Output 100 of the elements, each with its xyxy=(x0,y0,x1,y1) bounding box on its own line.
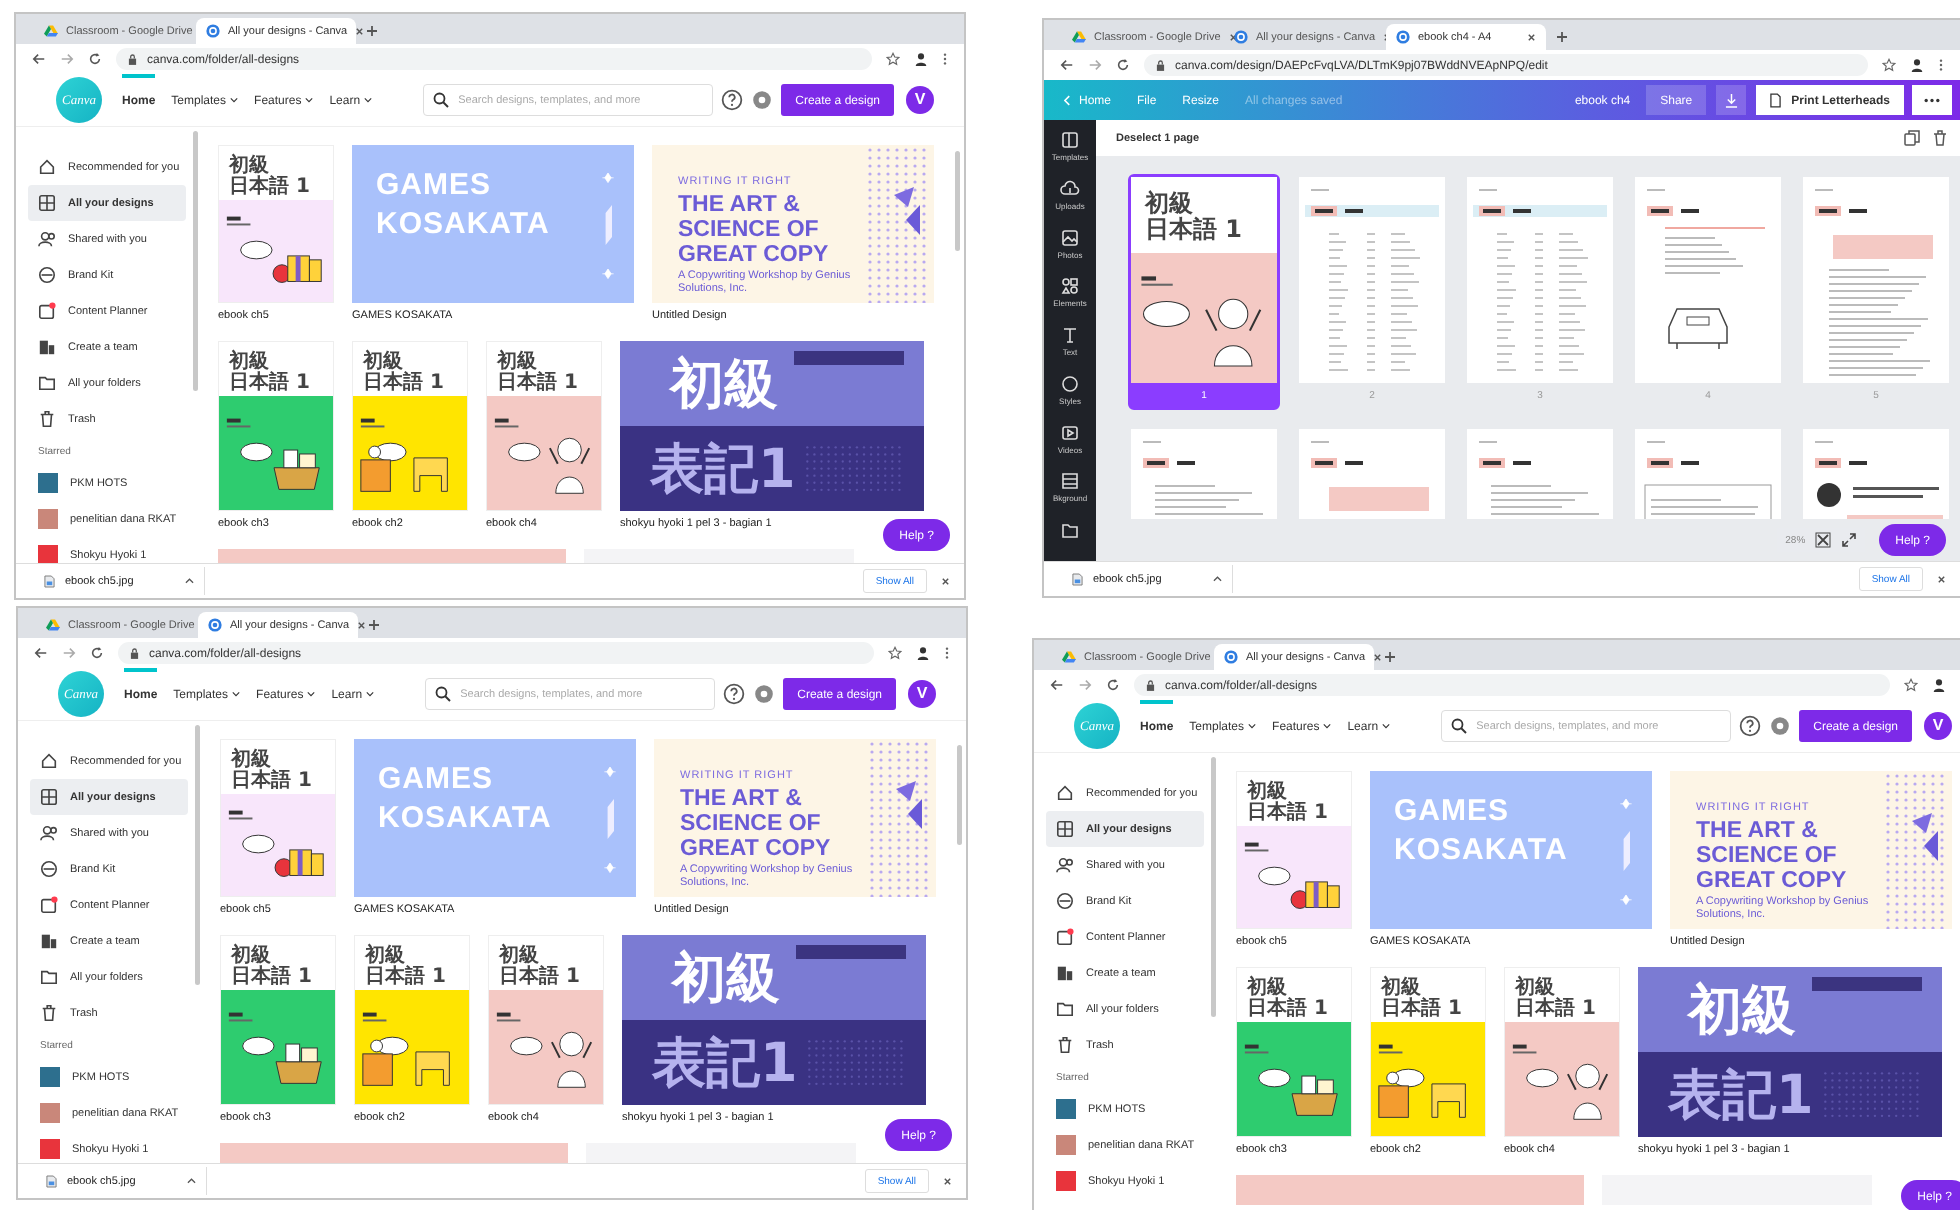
thumbnail-title: 日本語 1 xyxy=(1381,997,1464,1018)
calendar-icon xyxy=(1056,928,1074,946)
thumbnail-title: 日本語 1 xyxy=(1247,997,1330,1018)
page-title: 日本語 1 xyxy=(1145,216,1245,243)
close-icon[interactable] xyxy=(1937,574,1946,584)
profile-icon[interactable] xyxy=(1910,58,1924,72)
close-icon[interactable] xyxy=(1373,652,1383,662)
settings-icon[interactable] xyxy=(751,89,774,111)
scrollbar[interactable] xyxy=(193,131,198,391)
close-icon[interactable] xyxy=(1527,32,1536,42)
drive-icon xyxy=(1062,650,1076,664)
file-icon xyxy=(44,574,55,588)
design-thumbnail[interactable]: 初級 日本語 1 xyxy=(220,935,336,1105)
more-button[interactable] xyxy=(1912,85,1952,115)
design-thumbnail[interactable]: 初級 日本語 1 xyxy=(1236,967,1352,1137)
avatar[interactable]: V xyxy=(906,86,934,114)
design-thumbnail[interactable] xyxy=(1236,1175,1584,1205)
thumbnail-title: 初級 xyxy=(499,944,539,965)
reload-icon[interactable] xyxy=(88,52,102,66)
canva-icon xyxy=(1396,30,1410,44)
design-thumbnail[interactable]: 初級 日本語 1 xyxy=(1236,771,1352,929)
page-thumbnail[interactable]: 初級 日本語 1 xyxy=(1131,177,1277,383)
profile-icon[interactable] xyxy=(1932,678,1946,692)
thumbnail-title: 日本語 1 xyxy=(229,175,312,196)
design-thumbnail[interactable]: 初級 日本語 1 xyxy=(220,739,336,897)
close-icon[interactable] xyxy=(941,576,950,586)
reload-icon[interactable] xyxy=(90,646,104,660)
shapes-icon xyxy=(1060,276,1080,297)
reload-icon[interactable] xyxy=(1106,678,1120,692)
design-thumbnail[interactable]: 初級 日本語 1 xyxy=(352,341,468,511)
design-thumbnail[interactable]: 初級 日本語 1 xyxy=(218,145,334,303)
new-tab-icon[interactable] xyxy=(1384,651,1396,663)
back-icon[interactable] xyxy=(1060,58,1074,72)
profile-icon[interactable] xyxy=(914,52,928,66)
thumbnail-title: 初級 xyxy=(231,944,271,965)
trash-icon[interactable] xyxy=(1932,130,1948,146)
avatar[interactable]: V xyxy=(908,680,936,708)
file-icon xyxy=(46,1174,57,1188)
close-icon[interactable] xyxy=(355,26,365,36)
menu-icon[interactable] xyxy=(942,52,948,66)
close-icon[interactable] xyxy=(357,620,367,630)
thumbnail-title: 表記1 xyxy=(652,1035,798,1090)
thumbnail-title: 初級 xyxy=(231,748,271,769)
thumbnail-title: GAMES xyxy=(1394,792,1511,830)
thumbnail-title: 日本語 1 xyxy=(231,769,314,790)
help-icon[interactable] xyxy=(721,89,744,111)
menu-icon[interactable] xyxy=(1938,58,1944,72)
canva-icon xyxy=(1224,650,1238,664)
help-icon[interactable] xyxy=(723,683,746,705)
back-icon[interactable] xyxy=(32,52,46,66)
design-thumbnail[interactable]: 初級 日本語 1 xyxy=(354,935,470,1105)
scrollbar[interactable] xyxy=(957,745,962,845)
thumbnail-title: 日本語 1 xyxy=(1247,801,1330,822)
new-tab-icon[interactable] xyxy=(1556,31,1568,43)
thumbnail-title: 初級 xyxy=(365,944,405,965)
canva-icon xyxy=(1234,30,1248,44)
settings-icon[interactable] xyxy=(1769,715,1792,737)
thumbnail-title: SCIENCE OF xyxy=(1696,841,1839,867)
image-icon xyxy=(1060,227,1080,248)
thumbnail-title: 初級 xyxy=(229,154,269,175)
back-icon[interactable] xyxy=(1050,678,1064,692)
design-thumbnail[interactable]: 初級 日本語 1 xyxy=(1370,967,1486,1137)
thumbnail-title: GREAT COPY xyxy=(1696,866,1849,892)
badge-icon xyxy=(1056,892,1074,910)
house-icon xyxy=(40,752,58,770)
menu-icon[interactable] xyxy=(944,646,950,660)
settings-icon[interactable] xyxy=(753,683,776,705)
design-thumbnail[interactable]: 初級 日本語 1 xyxy=(1504,967,1620,1137)
thumbnail-title: KOSAKATA xyxy=(378,799,552,837)
drive-icon xyxy=(46,618,60,632)
profile-icon[interactable] xyxy=(916,646,930,660)
grid-icon[interactable] xyxy=(1815,532,1832,548)
design-thumbnail[interactable]: 初級 日本語 1 xyxy=(488,935,604,1105)
avatar[interactable]: V xyxy=(1924,712,1952,740)
trash-icon xyxy=(38,410,56,428)
label-bar xyxy=(794,351,904,365)
thumbnail-title: GREAT COPY xyxy=(678,240,831,266)
new-tab-icon[interactable] xyxy=(366,25,378,37)
new-tab-icon[interactable] xyxy=(368,619,380,631)
building-icon xyxy=(38,338,56,356)
thumbnail-title: 日本語 1 xyxy=(229,371,312,392)
scrollbar[interactable] xyxy=(955,151,960,251)
close-icon[interactable] xyxy=(943,1176,952,1186)
thumbnail-title: KOSAKATA xyxy=(376,205,550,243)
copy-icon[interactable] xyxy=(1904,130,1920,146)
close-icon[interactable] xyxy=(1228,32,1238,42)
back-icon[interactable] xyxy=(34,646,48,660)
expand-icon[interactable] xyxy=(1841,532,1858,548)
building-icon xyxy=(40,932,58,950)
scrollbar[interactable] xyxy=(1211,757,1216,1017)
design-thumbnail[interactable]: 初級 日本語 1 xyxy=(486,341,602,511)
reload-icon[interactable] xyxy=(1116,58,1130,72)
layout-icon xyxy=(1060,130,1080,150)
help-icon[interactable] xyxy=(1739,715,1762,737)
download-button[interactable] xyxy=(1716,85,1747,115)
page-title: 初級 xyxy=(1145,191,1193,217)
design-thumbnail[interactable]: 初級 日本語 1 xyxy=(218,341,334,511)
scrollbar[interactable] xyxy=(195,725,200,985)
thumbnail-title: 日本語 1 xyxy=(499,965,582,986)
folder-icon xyxy=(1060,520,1080,541)
